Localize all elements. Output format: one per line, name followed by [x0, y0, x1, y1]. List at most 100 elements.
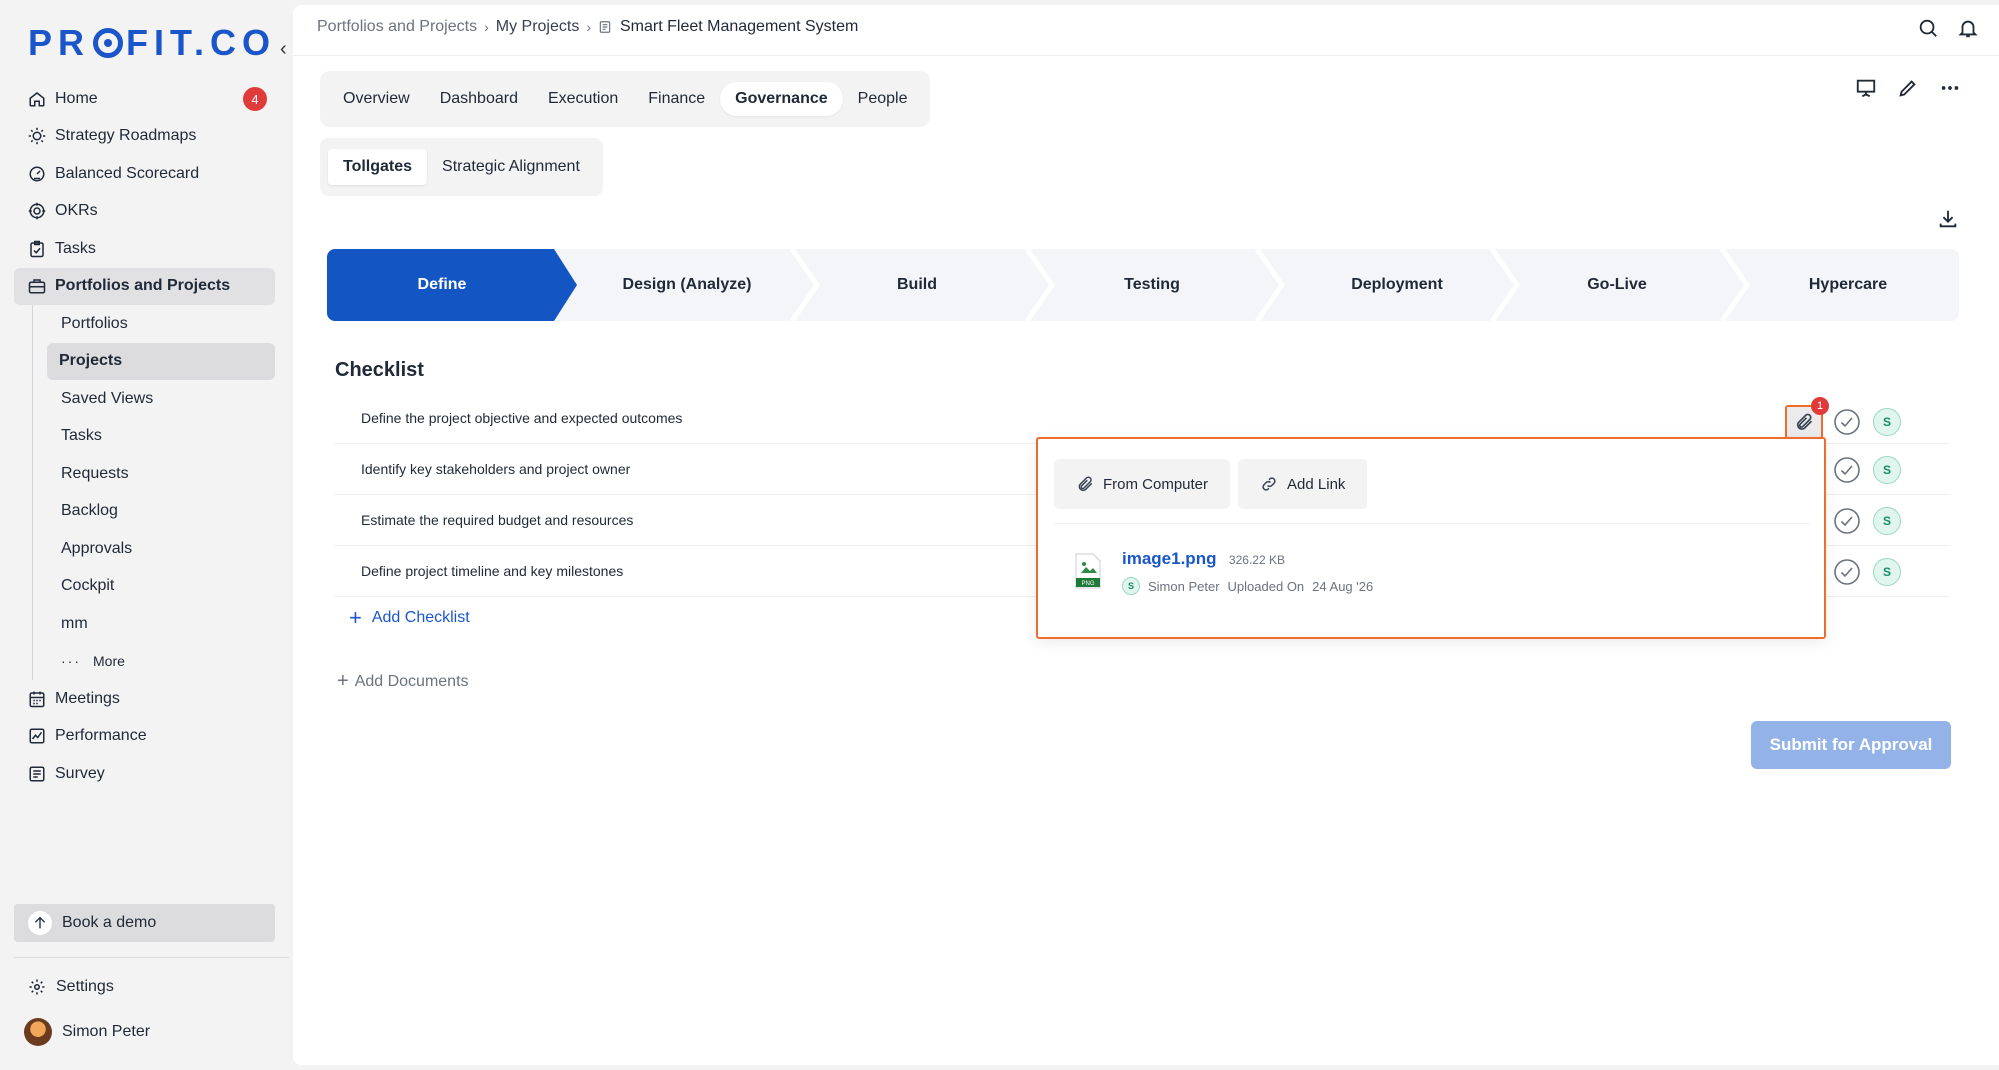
- more-options-button[interactable]: [1939, 77, 1961, 99]
- sidebar-subitem-saved-views[interactable]: Saved Views: [49, 380, 275, 418]
- step-build[interactable]: Build: [807, 249, 1027, 321]
- sidebar-subitem-requests[interactable]: Requests: [49, 455, 275, 493]
- submit-for-approval-button[interactable]: Submit for Approval: [1751, 721, 1951, 769]
- sidebar-subitem-approvals[interactable]: Approvals: [49, 530, 275, 568]
- breadcrumb-item-portfolios[interactable]: Portfolios and Projects: [317, 18, 477, 36]
- more-horizontal-icon: [1941, 86, 1959, 90]
- governance-subtabs: Tollgates Strategic Alignment: [320, 138, 603, 196]
- profitco-logo[interactable]: PR FIT.CO: [28, 22, 276, 64]
- breadcrumb-item-my-projects[interactable]: My Projects: [496, 18, 580, 36]
- sidebar-subitem-portfolios[interactable]: Portfolios: [49, 305, 275, 343]
- step-deployment[interactable]: Deployment: [1277, 249, 1517, 321]
- book-demo-button[interactable]: Book a demo: [14, 904, 275, 942]
- sidebar-item-label: Balanced Scorecard: [55, 164, 200, 182]
- step-design-analyze[interactable]: Design (Analyze): [577, 249, 797, 321]
- sidebar-subitem-label: Portfolios: [61, 314, 128, 332]
- step-go-live[interactable]: Go-Live: [1507, 249, 1727, 321]
- sidebar-subitem-cockpit[interactable]: Cockpit: [49, 568, 275, 606]
- paperclip-icon: [1796, 413, 1813, 430]
- file-size: 326.22 KB: [1228, 553, 1285, 567]
- sidebar-subitem-label: mm: [61, 614, 88, 632]
- attachment-popover: From Computer Add Link PNG image1.png 32…: [1036, 437, 1826, 639]
- check-circle-icon: [1834, 409, 1860, 435]
- checklist-item-text[interactable]: Define project timeline and key mileston…: [361, 563, 623, 579]
- add-checklist-button[interactable]: + Add Checklist: [349, 605, 470, 631]
- presentation-icon: [1856, 79, 1876, 98]
- sidebar-subitem-label: Backlog: [61, 502, 118, 520]
- assignee-chip[interactable]: S: [1873, 558, 1901, 586]
- assignee-chip[interactable]: S: [1873, 408, 1901, 436]
- checklist-item-actions: S: [1833, 558, 1901, 586]
- sidebar-subitem-label: Approvals: [61, 539, 133, 557]
- notifications-button[interactable]: [1957, 17, 1979, 39]
- step-define[interactable]: Define: [327, 249, 557, 321]
- header-divider: [293, 55, 1999, 56]
- complete-check-button[interactable]: [1833, 408, 1861, 436]
- assignee-chip[interactable]: S: [1873, 456, 1901, 484]
- subtab-strategic-alignment[interactable]: Strategic Alignment: [427, 149, 595, 185]
- checklist-item-text[interactable]: Estimate the required budget and resourc…: [361, 512, 633, 528]
- complete-check-button[interactable]: [1833, 558, 1861, 586]
- sidebar-subitem-projects[interactable]: Projects: [47, 342, 275, 380]
- survey-icon: [29, 766, 45, 782]
- checklist-item-text[interactable]: Define the project objective and expecte…: [361, 410, 682, 426]
- link-icon: [1262, 477, 1276, 491]
- checklist-item-text[interactable]: Identify key stakeholders and project ow…: [361, 461, 630, 477]
- add-documents-button[interactable]: + Add Documents: [337, 670, 469, 693]
- sidebar-item-survey[interactable]: Survey: [14, 755, 275, 793]
- sidebar-subitem-tasks[interactable]: Tasks: [49, 418, 275, 456]
- user-profile[interactable]: Simon Peter: [24, 1018, 150, 1046]
- step-hypercare[interactable]: Hypercare: [1737, 249, 1959, 321]
- check-circle-icon: [1834, 508, 1860, 534]
- main-content: Portfolios and Projects › My Projects › …: [293, 5, 1999, 1065]
- add-link-button[interactable]: Add Link: [1238, 459, 1368, 509]
- tab-governance[interactable]: Governance: [720, 82, 843, 116]
- sidebar-item-meetings[interactable]: Meetings: [14, 680, 275, 718]
- sidebar-item-balanced-scorecard[interactable]: Balanced Scorecard: [14, 155, 275, 193]
- from-computer-button[interactable]: From Computer: [1054, 459, 1231, 509]
- present-button[interactable]: [1855, 77, 1877, 99]
- tab-execution[interactable]: Execution: [533, 82, 633, 116]
- tab-overview[interactable]: Overview: [328, 82, 425, 116]
- sidebar-item-home[interactable]: Home 4: [14, 80, 275, 118]
- edit-button[interactable]: [1897, 77, 1919, 99]
- main-nav: Home 4 Strategy Roadmaps Balanced Scorec…: [14, 80, 275, 793]
- sidebar-item-portfolios-and-projects[interactable]: Portfolios and Projects: [14, 267, 275, 305]
- complete-check-button[interactable]: [1833, 507, 1861, 535]
- chevron-right-icon: ›: [586, 19, 591, 35]
- sidebar-subitem-more[interactable]: ··· More: [49, 643, 275, 681]
- sidebar-subitem-backlog[interactable]: Backlog: [49, 493, 275, 531]
- assignee-chip[interactable]: S: [1873, 507, 1901, 535]
- calendar-icon: [29, 691, 45, 707]
- file-name-link[interactable]: image1.png: [1122, 549, 1216, 568]
- bell-icon: [1958, 20, 1978, 38]
- attachment-file-item: PNG image1.png 326.22 KB S Simon Peter U…: [1074, 549, 1373, 595]
- complete-check-button[interactable]: [1833, 456, 1861, 484]
- briefcase-icon: [28, 279, 46, 294]
- chart-line-icon: [29, 728, 45, 744]
- attachment-button[interactable]: 1: [1785, 397, 1829, 439]
- bulb-icon: [28, 128, 46, 145]
- checklist-item-actions: 1 S: [1785, 397, 1901, 439]
- download-button[interactable]: [1937, 208, 1959, 230]
- sidebar-item-performance[interactable]: Performance: [14, 718, 275, 756]
- checklist-item-actions: S: [1833, 507, 1901, 535]
- subtab-tollgates[interactable]: Tollgates: [328, 149, 428, 185]
- upload-date: 24 Aug '26: [1312, 578, 1374, 594]
- tab-finance[interactable]: Finance: [633, 82, 720, 116]
- search-button[interactable]: [1917, 17, 1939, 39]
- sidebar-subitem-mm[interactable]: mm: [49, 605, 275, 643]
- paperclip-icon: [1078, 476, 1093, 492]
- sidebar-item-okrs[interactable]: OKRs: [14, 193, 275, 231]
- sidebar-item-strategy-roadmaps[interactable]: Strategy Roadmaps: [14, 118, 275, 156]
- collapse-sidebar-icon[interactable]: ‹: [280, 38, 287, 61]
- sidebar-item-tasks[interactable]: Tasks: [14, 230, 275, 268]
- sidebar-item-settings[interactable]: Settings: [28, 978, 114, 996]
- attachment-source-actions: From Computer Add Link: [1054, 459, 1368, 509]
- check-circle-icon: [1834, 559, 1860, 585]
- tab-people[interactable]: People: [843, 82, 923, 116]
- tab-dashboard[interactable]: Dashboard: [425, 82, 533, 116]
- step-testing[interactable]: Testing: [1042, 249, 1262, 321]
- sidebar-divider: [14, 957, 289, 958]
- file-meta: S Simon Peter Uploaded On 24 Aug '26: [1122, 577, 1373, 595]
